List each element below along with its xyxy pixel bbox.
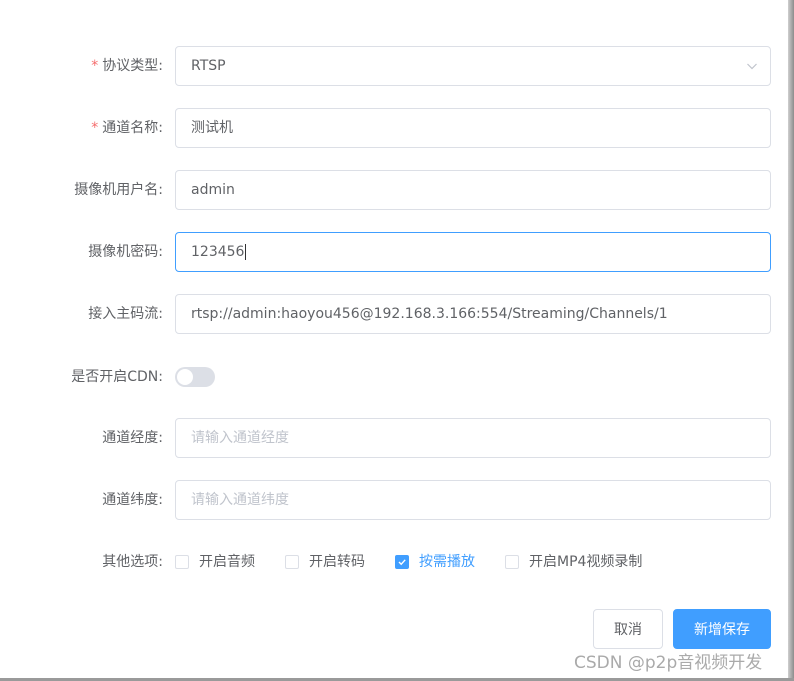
- window-frame-right: [788, 0, 794, 681]
- camera-user-label: 摄像机用户名:: [74, 182, 163, 198]
- longitude-label: 通道经度:: [102, 430, 163, 446]
- toggle-knob: [177, 369, 193, 385]
- checkbox[interactable]: [285, 555, 299, 569]
- watermark: CSDN @p2p音视频开发: [574, 653, 763, 673]
- camera-user-value: admin: [191, 182, 235, 198]
- latitude-placeholder: 请输入通道纬度: [191, 492, 289, 508]
- camera-user-input[interactable]: admin: [175, 170, 771, 210]
- text-cursor: [245, 244, 247, 260]
- form-row-protocol: * 协议类型: RTSP: [0, 46, 780, 86]
- main-stream-value: rtsp://admin:haoyou456@192.168.3.166:554…: [191, 306, 668, 322]
- channel-name-label: * 通道名称:: [91, 120, 163, 136]
- camera-password-value-wrap: 123456: [191, 233, 247, 271]
- checkbox[interactable]: [505, 555, 519, 569]
- save-new-button[interactable]: 新增保存: [673, 609, 771, 649]
- longitude-placeholder: 请输入通道经度: [191, 430, 289, 446]
- form-row-longitude: 通道经度: 请输入通道经度: [0, 418, 780, 458]
- form-row-latitude: 通道纬度: 请输入通道纬度: [0, 480, 780, 520]
- cdn-toggle[interactable]: [175, 367, 215, 387]
- form-row-cdn: 是否开启CDN:: [0, 357, 780, 397]
- protocol-select-value: RTSP: [191, 58, 226, 74]
- checkbox[interactable]: [175, 555, 189, 569]
- main-stream-input[interactable]: rtsp://admin:haoyou456@192.168.3.166:554…: [175, 294, 771, 334]
- latitude-label: 通道纬度:: [102, 492, 163, 508]
- camera-password-label: 摄像机密码:: [88, 244, 163, 260]
- longitude-input[interactable]: 请输入通道经度: [175, 418, 771, 458]
- latitude-input[interactable]: 请输入通道纬度: [175, 480, 771, 520]
- main-stream-label: 接入主码流:: [88, 306, 163, 322]
- checkbox-checked[interactable]: [395, 555, 409, 569]
- required-asterisk: *: [91, 120, 99, 136]
- form-row-camera-user: 摄像机用户名: admin: [0, 170, 780, 210]
- camera-password-input[interactable]: 123456: [175, 232, 771, 272]
- required-asterisk: *: [91, 58, 99, 74]
- protocol-label: * 协议类型:: [91, 58, 163, 74]
- chevron-down-icon: [747, 63, 757, 70]
- channel-name-input[interactable]: 测试机: [175, 108, 771, 148]
- cdn-label: 是否开启CDN:: [71, 369, 163, 385]
- options-label: 其他选项:: [102, 554, 163, 570]
- form-row-options: 其他选项: 开启音频 开启转码 按需播放 开启MP4视频录制: [0, 542, 780, 582]
- channel-name-value: 测试机: [191, 120, 233, 136]
- form-row-channel-name: * 通道名称: 测试机: [0, 108, 780, 148]
- form-row-camera-password: 摄像机密码: 123456: [0, 232, 780, 272]
- camera-password-value: 123456: [191, 244, 245, 260]
- form-row-main-stream: 接入主码流: rtsp://admin:haoyou456@192.168.3.…: [0, 294, 780, 334]
- checkmark-icon: [398, 559, 406, 566]
- cancel-button[interactable]: 取消: [593, 609, 663, 649]
- protocol-select[interactable]: RTSP: [175, 46, 771, 86]
